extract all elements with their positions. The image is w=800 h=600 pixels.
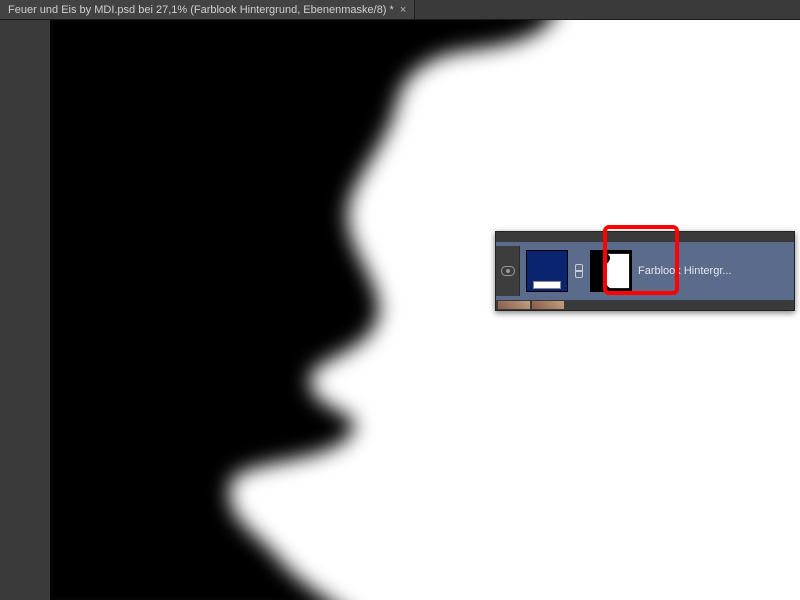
eye-icon <box>501 266 515 276</box>
layer-visibility-toggle[interactable] <box>496 246 520 296</box>
close-icon[interactable]: × <box>400 4 406 16</box>
document-tab-title: Feuer und Eis by MDI.psd bei 27,1% (Farb… <box>8 4 394 16</box>
layers-panel[interactable]: Farblook Hintergr... <box>495 231 795 311</box>
workspace: Farblook Hintergr... <box>0 20 800 600</box>
canvas-gutter <box>0 20 50 600</box>
link-icon[interactable] <box>574 264 584 278</box>
layers-panel-header-strip <box>496 232 794 242</box>
layer-fill-thumbnail[interactable] <box>526 250 568 292</box>
layer-row-selected[interactable]: Farblook Hintergr... <box>496 242 794 300</box>
layer-mask-thumbnail[interactable] <box>590 250 632 292</box>
document-tab-bar: Feuer und Eis by MDI.psd bei 27,1% (Farb… <box>0 0 800 20</box>
layer-name-label[interactable]: Farblook Hintergr... <box>638 265 788 277</box>
document-tab[interactable]: Feuer und Eis by MDI.psd bei 27,1% (Farb… <box>0 0 415 19</box>
layer-thumbnail-peek <box>498 301 530 309</box>
layers-panel-next-row-peek <box>496 300 794 310</box>
layer-thumbnail-peek <box>532 301 564 309</box>
